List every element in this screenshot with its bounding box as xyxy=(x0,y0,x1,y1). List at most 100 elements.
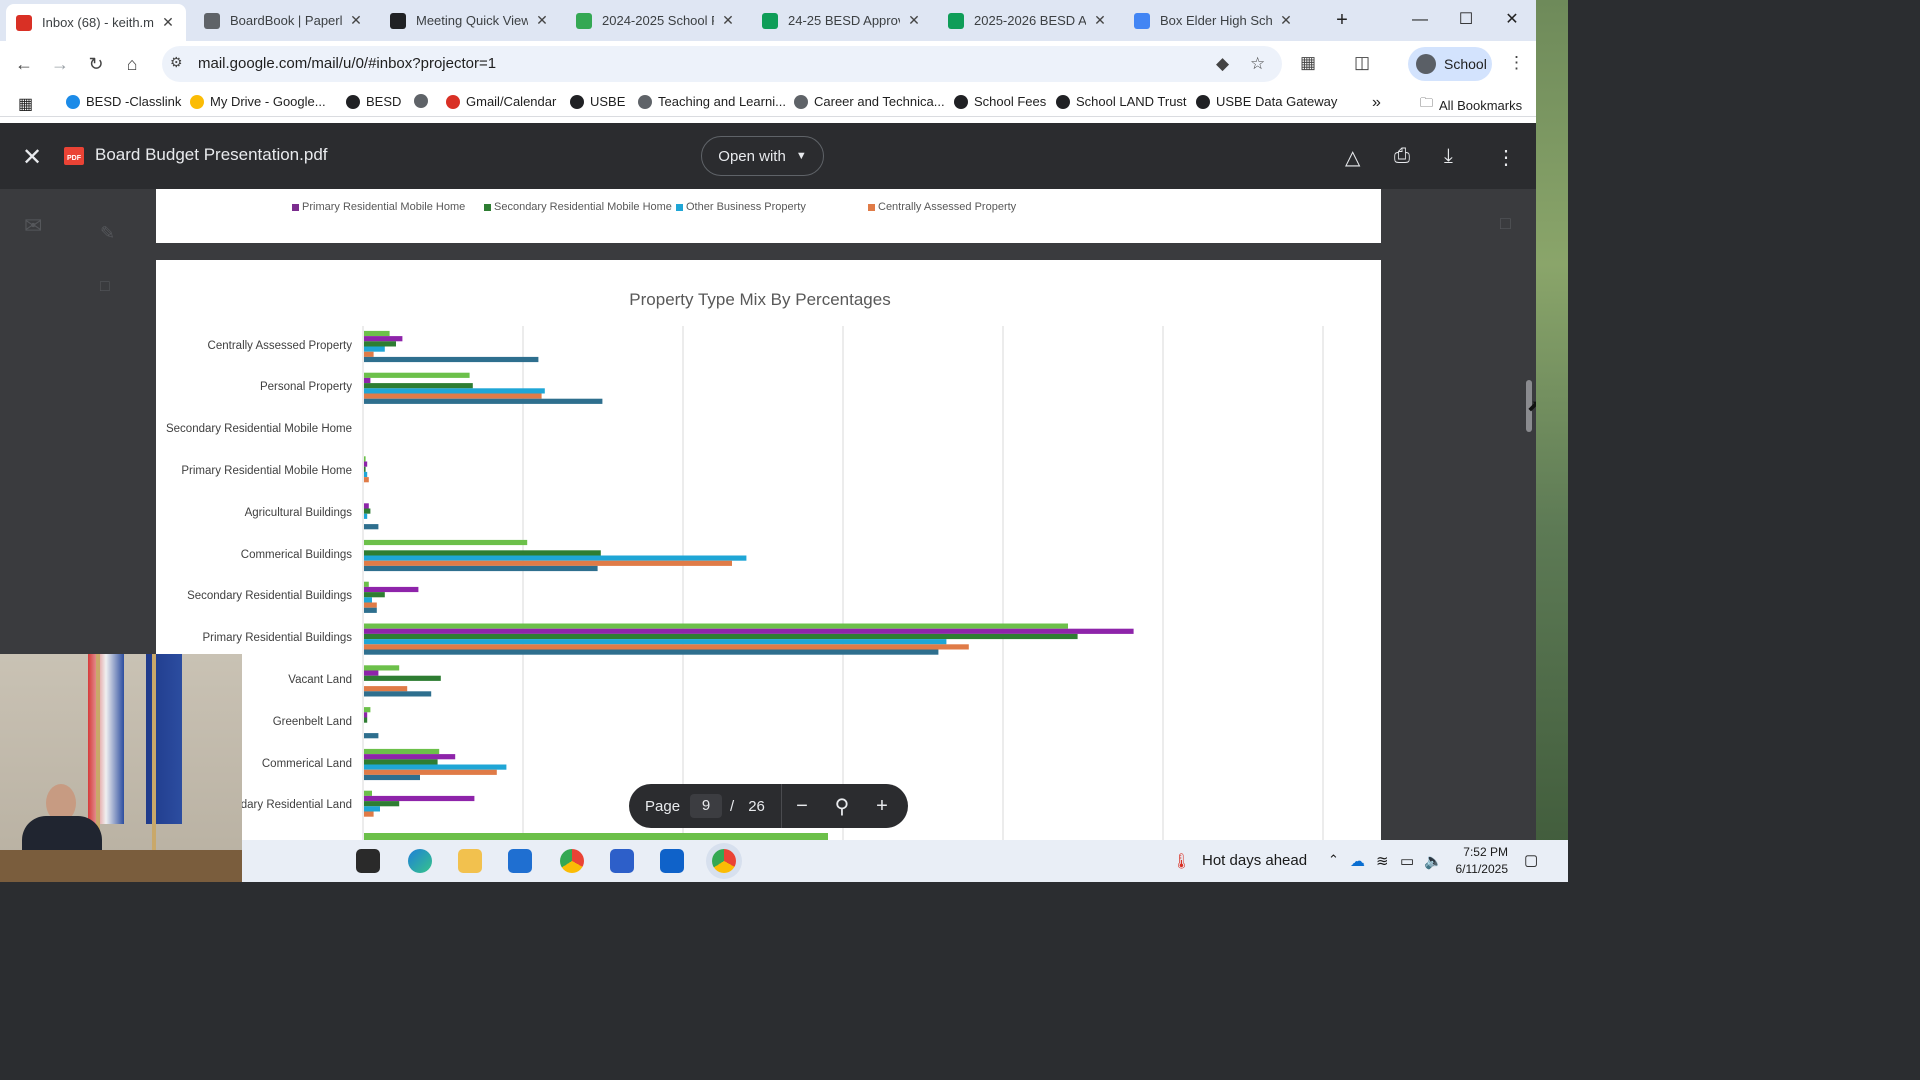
outlook-icon[interactable] xyxy=(660,849,684,873)
bookmark-item[interactable] xyxy=(414,94,434,108)
bar-6-1 xyxy=(364,586,419,593)
new-tab-button[interactable]: + xyxy=(1328,8,1356,32)
bookmark-item[interactable]: My Drive - Google... xyxy=(190,94,326,109)
bookmark-item[interactable]: Gmail/Calendar xyxy=(446,94,556,109)
webcam-video xyxy=(0,654,242,882)
bookmark-star-icon[interactable]: ☆ xyxy=(1250,54,1265,74)
bar-4-5 xyxy=(364,524,379,530)
bar-4-2 xyxy=(364,508,371,514)
zoom-fit-icon[interactable]: ⚲ xyxy=(822,794,862,819)
bookmark-item[interactable]: BESD -Classlink xyxy=(66,94,181,109)
pdf-page-9: Property Type Mix By Percentages Central… xyxy=(156,260,1381,840)
tab-3[interactable]: Meeting Quick View ✕ xyxy=(380,0,560,41)
bar-4-1 xyxy=(364,503,369,509)
add-to-drive-icon[interactable]: △ xyxy=(1345,145,1360,170)
tray-chevron-icon[interactable]: ⌃ xyxy=(1328,852,1339,868)
bar-6-2 xyxy=(364,592,385,598)
url-text[interactable]: mail.google.com/mail/u/0/#inbox?projecto… xyxy=(198,55,496,72)
tab-2[interactable]: BoardBook | Paperle ✕ xyxy=(194,0,374,41)
close-tab-icon[interactable]: ✕ xyxy=(1092,12,1108,29)
bar-3-0 xyxy=(364,456,366,462)
bookmark-item[interactable]: Career and Technica... xyxy=(794,94,945,109)
bar-1-5 xyxy=(364,398,603,404)
reload-icon[interactable]: ↻ xyxy=(84,52,108,76)
close-tab-icon[interactable]: ✕ xyxy=(906,12,922,29)
edge-icon[interactable] xyxy=(408,849,432,873)
side-panel-icon: □ xyxy=(1500,213,1511,233)
bar-3-4 xyxy=(364,477,369,483)
inbox-icon: □ xyxy=(100,278,110,295)
bar-11-2 xyxy=(364,801,400,807)
clock[interactable]: 7:52 PM 6/11/2025 xyxy=(1456,844,1509,878)
extensions-icon[interactable]: ▦ xyxy=(1300,53,1316,73)
download-icon[interactable]: ⤓ xyxy=(1444,145,1453,168)
bookmarks-bar: ▦ BESD -Classlink My Drive - Google... BES… xyxy=(0,87,1536,117)
bar-0-2 xyxy=(364,341,396,347)
close-tab-icon[interactable]: ✕ xyxy=(348,12,364,29)
onedrive-icon[interactable]: ☁ xyxy=(1350,852,1365,870)
tab-title: 2024-2025 School Fe xyxy=(602,13,714,28)
taskbar: 🌡 Hot days ahead ⌃ ☁ ≋ ▭ 🔈 7:52 PM 6/11/… xyxy=(242,840,1568,882)
bookmark-item[interactable]: BESD xyxy=(346,94,401,109)
menu-icon[interactable]: ⋮ xyxy=(1508,53,1525,73)
wifi-icon[interactable]: ≋ xyxy=(1376,852,1389,870)
close-tab-icon[interactable]: ✕ xyxy=(1278,12,1294,29)
bar-9-0 xyxy=(364,707,371,713)
bookmark-label: My Drive - Google... xyxy=(210,94,326,109)
bookmark-item[interactable]: USBE Data Gateway xyxy=(1196,94,1337,109)
bar-6-4 xyxy=(364,602,377,608)
bookmark-item[interactable]: USBE xyxy=(570,94,625,109)
bookmark-favicon-icon xyxy=(570,94,584,109)
close-window-icon[interactable]: ✕ xyxy=(1498,8,1526,32)
tab-7[interactable]: Box Elder High Scho ✕ xyxy=(1124,0,1304,41)
task-view-icon[interactable] xyxy=(356,849,380,873)
close-tab-icon[interactable]: ✕ xyxy=(160,14,176,31)
tab-6[interactable]: 2025-2026 BESD Ap ✕ xyxy=(938,0,1118,41)
bookmark-item[interactable]: Teaching and Learni... xyxy=(638,94,786,109)
bookmark-label: USBE Data Gateway xyxy=(1216,94,1338,109)
open-with-button[interactable]: Open with ▼ xyxy=(701,136,824,176)
bar-0-5 xyxy=(364,356,539,363)
translate-icon[interactable]: ◆ xyxy=(1216,54,1229,74)
battery-icon[interactable]: ▭ xyxy=(1400,852,1414,870)
print-icon[interactable]: ⎙ xyxy=(1394,145,1410,168)
store-icon[interactable] xyxy=(508,849,532,873)
address-bar[interactable]: ⚙ mail.google.com/mail/u/0/#inbox?projec… xyxy=(162,46,1282,82)
app-icon[interactable] xyxy=(610,849,634,873)
bar-1-3 xyxy=(364,388,545,394)
close-tab-icon[interactable]: ✕ xyxy=(720,12,736,29)
zoom-in-icon[interactable]: + xyxy=(862,795,902,818)
bar-1-0 xyxy=(364,372,470,378)
bookmark-favicon-icon xyxy=(346,94,360,109)
all-bookmarks-folder[interactable]: 🗀 All Bookmarks xyxy=(1420,94,1522,116)
weather-text[interactable]: Hot days ahead xyxy=(1202,852,1307,869)
page-number-input[interactable]: 9 xyxy=(690,794,723,818)
file-explorer-icon[interactable] xyxy=(458,849,482,873)
minimize-icon[interactable]: — xyxy=(1406,8,1434,32)
cast-icon[interactable]: ◫ xyxy=(1354,53,1370,73)
back-icon[interactable]: ← xyxy=(12,52,36,76)
profile-button[interactable]: School xyxy=(1408,47,1492,81)
home-icon[interactable]: ⌂ xyxy=(120,52,144,76)
more-options-icon[interactable]: ⋮ xyxy=(1496,145,1516,170)
forward-icon[interactable]: → xyxy=(48,52,72,76)
tab-4[interactable]: 2024-2025 School Fe ✕ xyxy=(566,0,746,41)
tab-1[interactable]: Inbox (68) - keith.me ✕ xyxy=(6,4,186,41)
bookmark-item[interactable]: School LAND Trust xyxy=(1056,94,1187,109)
close-tab-icon[interactable]: ✕ xyxy=(534,12,550,29)
chrome-active-icon[interactable] xyxy=(712,849,736,873)
tab-5[interactable]: 24-25 BESD Approve ✕ xyxy=(752,0,932,41)
close-viewer-icon[interactable]: ✕ xyxy=(22,143,42,172)
volume-icon[interactable]: 🔈 xyxy=(1424,852,1443,870)
chrome-icon[interactable] xyxy=(560,849,584,873)
legend-label: Secondary Residential Mobile Home xyxy=(494,201,672,213)
maximize-icon[interactable]: ☐ xyxy=(1452,8,1480,32)
browser-toolbar: ← → ↻ ⌂ ⚙ mail.google.com/mail/u/0/#inbo… xyxy=(0,41,1536,87)
more-bookmarks-icon[interactable]: » xyxy=(1372,94,1381,112)
site-info-icon[interactable]: ⚙ xyxy=(170,54,183,71)
notification-icon[interactable]: ▢ xyxy=(1524,851,1538,869)
bookmark-item[interactable]: School Fees xyxy=(954,94,1046,109)
zoom-out-icon[interactable]: − xyxy=(782,795,822,818)
apps-icon[interactable]: ▦ xyxy=(18,94,33,114)
pdf-viewer-header: ✕ PDF Board Budget Presentation.pdf Open… xyxy=(0,123,1536,189)
